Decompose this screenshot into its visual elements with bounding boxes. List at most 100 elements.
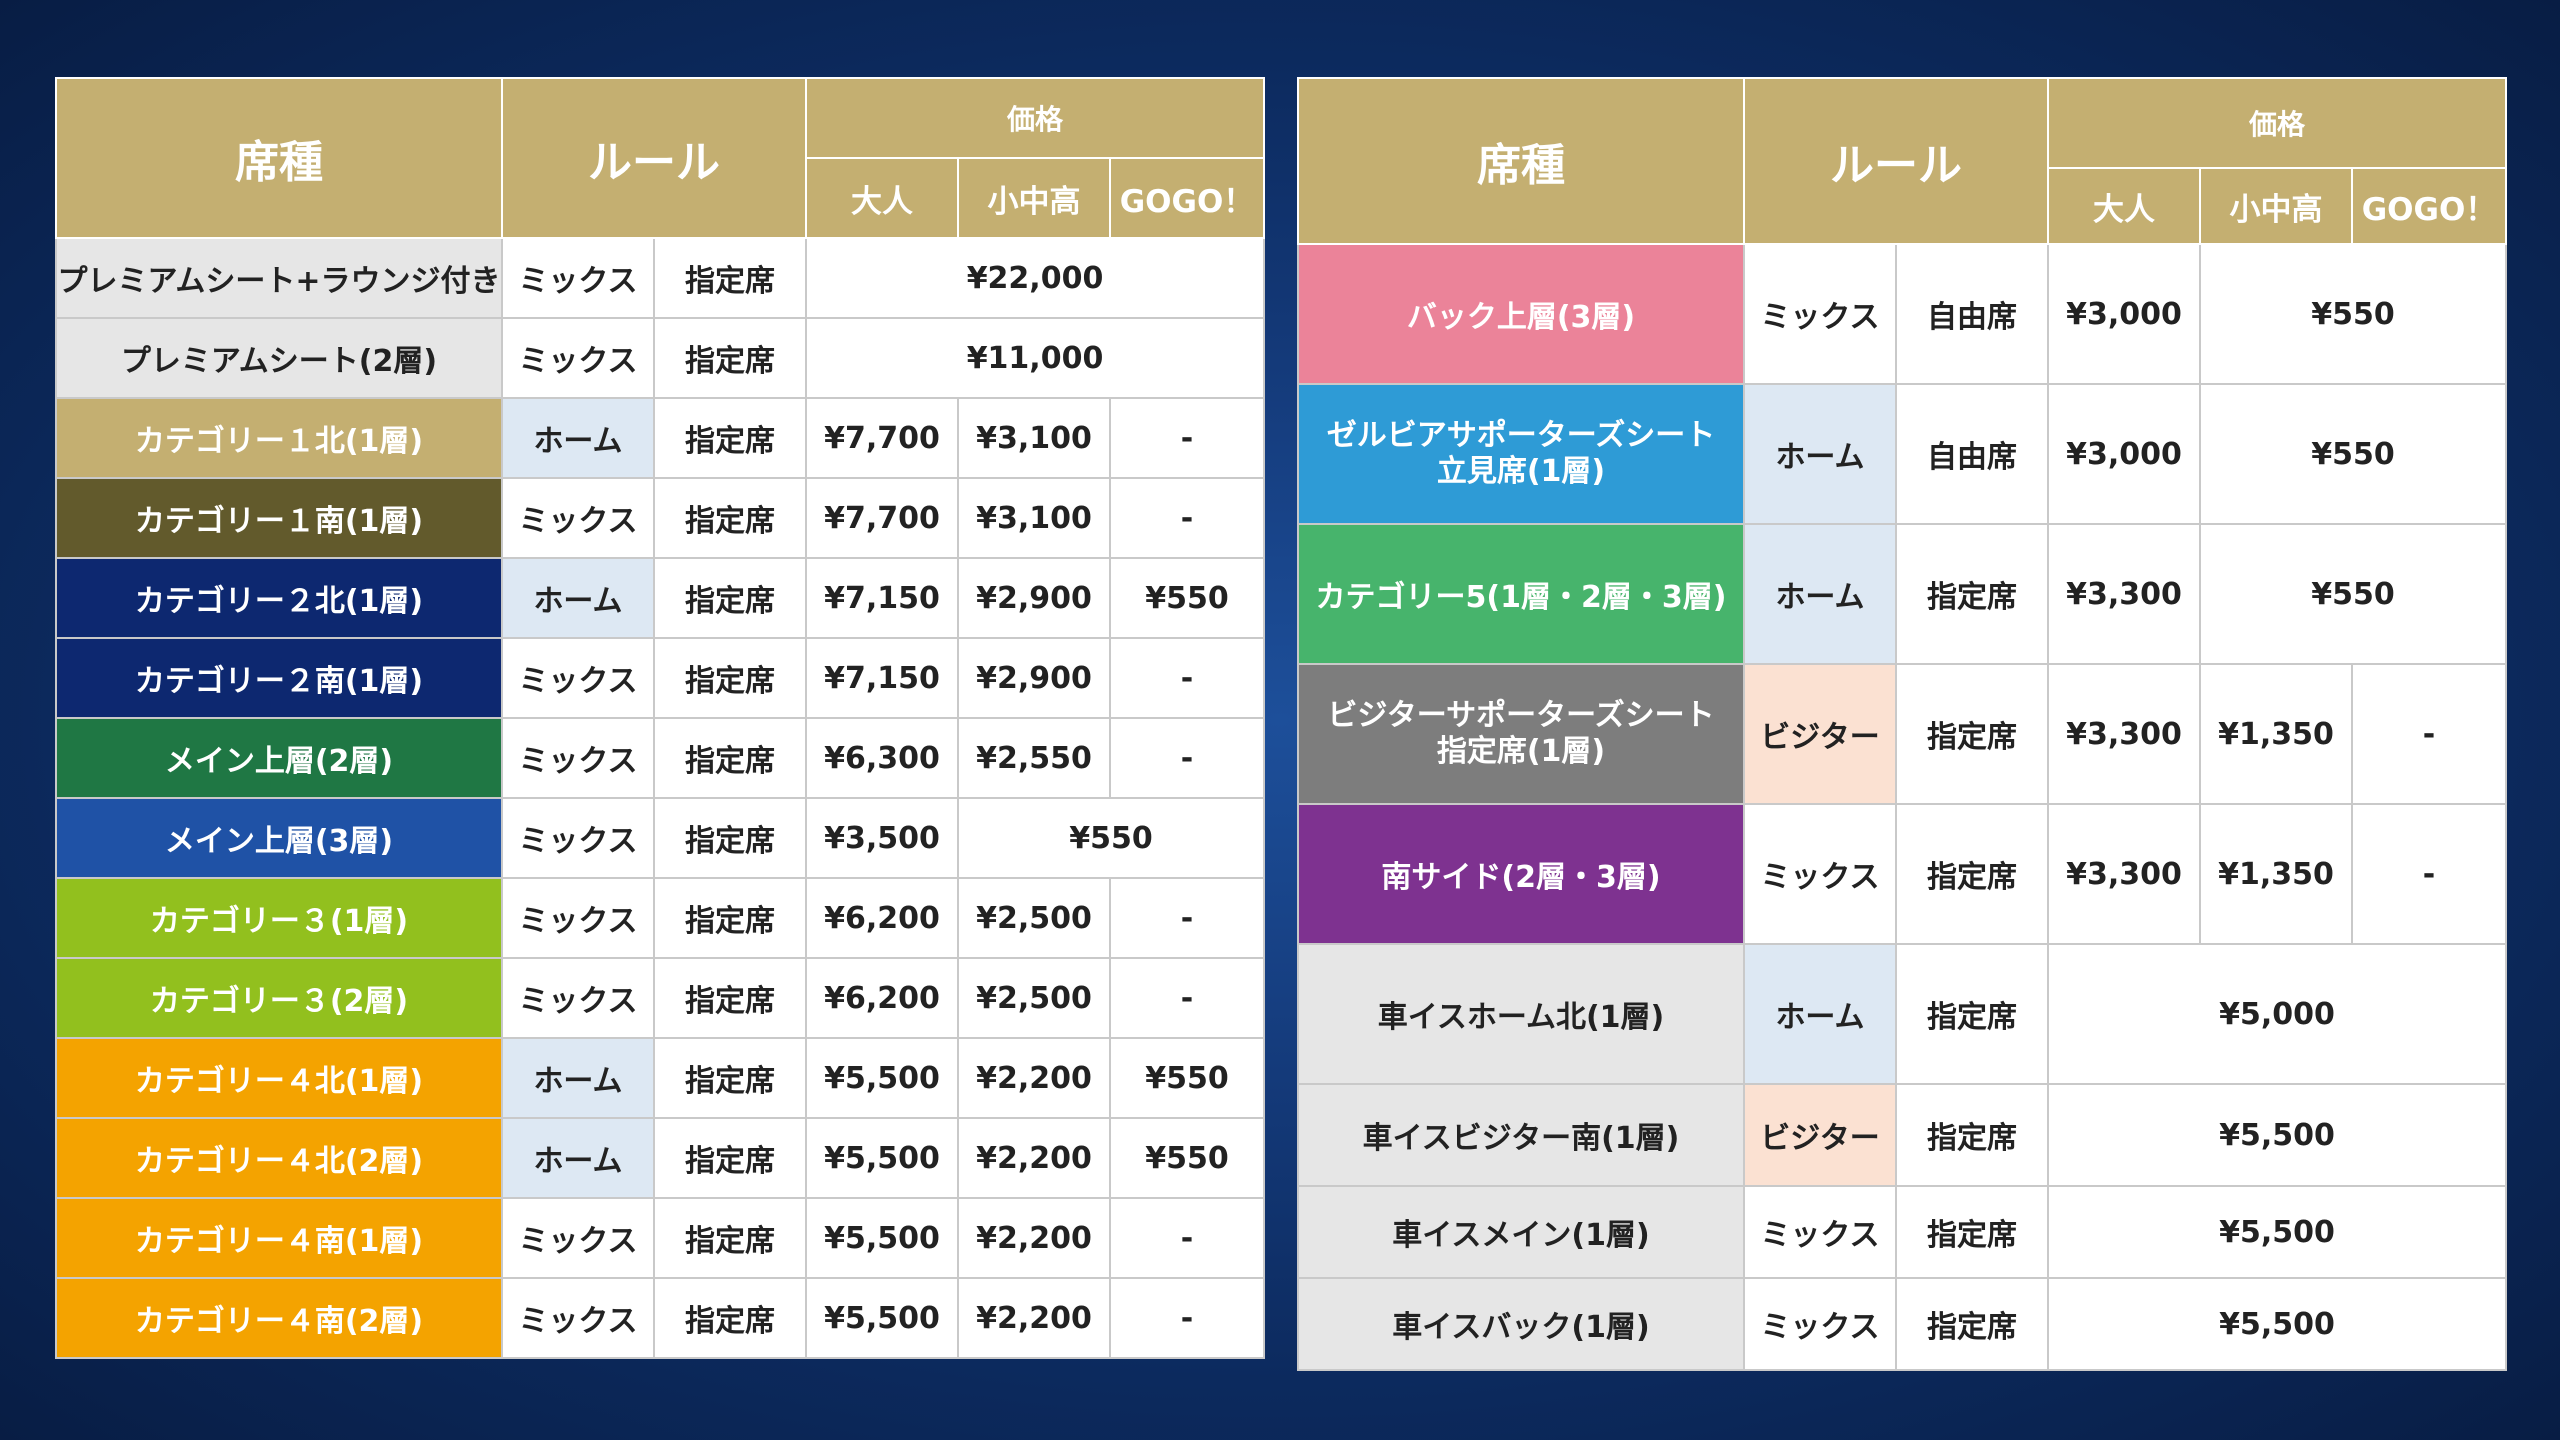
seating-type-cell: 指定席 — [653, 1197, 807, 1279]
price-cell: ¥5,500 — [2046, 1083, 2508, 1187]
header-seat-type: 席種 — [55, 77, 503, 239]
table-row: カテゴリー４南(1層) ミックス 指定席 ¥5,500 ¥2,200- — [55, 1197, 1266, 1279]
seating-type-cell: 指定席 — [1895, 1185, 2049, 1279]
header-adult: 大人 — [805, 157, 959, 239]
seating-type-cell: 指定席 — [653, 637, 807, 719]
seat-name-cell: ゼルビアサポーターズシート 立見席(1層) — [1297, 383, 1745, 525]
rule-cell: ミックス — [1743, 1185, 1897, 1279]
price-cell: ¥3,300 — [2047, 663, 2201, 805]
seat-name-cell: カテゴリー１北(1層) — [55, 397, 503, 479]
header-rule: ルール — [1743, 77, 2049, 245]
price-cell: ¥550 — [2198, 523, 2508, 665]
rule-cell: ミックス — [501, 717, 655, 799]
rule-cell: ミックス — [1743, 243, 1897, 385]
rule-cell: ミックス — [501, 637, 655, 719]
table-row: 車イスバック(1層) ミックス 指定席 ¥5,500 — [1297, 1277, 2508, 1371]
price-cell: - — [1108, 1277, 1266, 1359]
table-row: ビジターサポーターズシート 指定席(1層) ビジター 指定席 ¥3,300 ¥1,350… — [1297, 663, 2508, 805]
price-table-right: 席種 ルール 価格 大人 小中高 GOGO！ バック上層(3層) ミックス 自由席 ¥… — [1297, 77, 2508, 1371]
seat-name-cell: メイン上層(2層) — [55, 717, 503, 799]
price-cell: ¥2,200 — [957, 1037, 1111, 1119]
price-cell: ¥5,500 — [2046, 1185, 2508, 1279]
price-cell: ¥1,350 — [2199, 803, 2353, 945]
seating-type-cell: 指定席 — [1895, 1277, 2049, 1371]
seat-name-cell: 車イスバック(1層) — [1297, 1277, 1745, 1371]
table-body-left: プレミアムシート+ラウンジ付き ミックス 指定席 ¥22,000 プレミアムシート(2層… — [55, 237, 1266, 1359]
seating-type-cell: 自由席 — [1895, 383, 2049, 525]
price-cell: ¥3,300 — [2047, 803, 2201, 945]
rule-cell: ミックス — [501, 877, 655, 959]
price-cell: ¥7,700 — [805, 397, 959, 479]
rule-cell: ホーム — [501, 1037, 655, 1119]
table-row: カテゴリー４北(2層) ホーム 指定席 ¥5,500 ¥2,200 ¥550 — [55, 1117, 1266, 1199]
table-row: 車イスメイン(1層) ミックス 指定席 ¥5,500 — [1297, 1185, 2508, 1279]
seating-type-cell: 指定席 — [1895, 663, 2049, 805]
table-row: 車イスビジター南(1層) ビジター 指定席 ¥5,500 — [1297, 1083, 2508, 1187]
header-gogo: GOGO！ — [1108, 157, 1266, 239]
price-cell: ¥5,500 — [805, 1277, 959, 1359]
header-child: 小中高 — [957, 157, 1111, 239]
rule-cell: ミックス — [1743, 803, 1897, 945]
price-cell: ¥2,200 — [957, 1277, 1111, 1359]
price-cell: - — [1108, 477, 1266, 559]
seat-name-cell: カテゴリー３(1層) — [55, 877, 503, 959]
rule-cell: ホーム — [1743, 523, 1897, 665]
table-row: カテゴリー２北(1層) ホーム 指定席 ¥7,150 ¥2,900 ¥550 — [55, 557, 1266, 639]
price-cell: ¥5,000 — [2046, 943, 2508, 1085]
seating-type-cell: 指定席 — [653, 1277, 807, 1359]
price-cell: ¥22,000 — [804, 237, 1266, 319]
rule-cell: ミックス — [501, 237, 655, 319]
rule-cell: ミックス — [501, 1197, 655, 1279]
price-cell: ¥2,550 — [957, 717, 1111, 799]
price-cell: - — [1108, 957, 1266, 1039]
price-cell: ¥550 — [956, 797, 1266, 879]
seating-type-cell: 指定席 — [1895, 943, 2049, 1085]
table-row: カテゴリー5(1層・2層・3層) ホーム 指定席 ¥3,300 ¥550 — [1297, 523, 2508, 665]
seat-name-cell: カテゴリー３(2層) — [55, 957, 503, 1039]
price-cell: ¥550 — [2198, 383, 2508, 525]
table-row: カテゴリー３(2層) ミックス 指定席 ¥6,200 ¥2,500- — [55, 957, 1266, 1039]
price-cell: ¥550 — [1108, 1037, 1266, 1119]
price-cell: ¥3,300 — [2047, 523, 2201, 665]
seat-name-cell: カテゴリー４南(1層) — [55, 1197, 503, 1279]
header-price: 価格 — [804, 77, 1266, 159]
seating-type-cell: 指定席 — [653, 877, 807, 959]
rule-cell: ミックス — [501, 317, 655, 399]
seating-type-cell: 指定席 — [653, 957, 807, 1039]
table-row: カテゴリー４南(2層) ミックス 指定席 ¥5,500 ¥2,200- — [55, 1277, 1266, 1359]
rule-cell: ビジター — [1743, 663, 1897, 805]
price-cell: ¥1,350 — [2199, 663, 2353, 805]
price-cell: ¥2,900 — [957, 557, 1111, 639]
rule-cell: ミックス — [501, 477, 655, 559]
seat-name-cell: カテゴリー２南(1層) — [55, 637, 503, 719]
table-row: メイン上層(2層) ミックス 指定席 ¥6,300 ¥2,550- — [55, 717, 1266, 799]
price-cell: ¥7,150 — [805, 637, 959, 719]
rule-cell: ホーム — [501, 397, 655, 479]
header-adult: 大人 — [2047, 167, 2201, 245]
price-cell: ¥3,000 — [2047, 383, 2201, 525]
price-cell: ¥2,500 — [957, 877, 1111, 959]
seating-type-cell: 指定席 — [653, 797, 807, 879]
price-cell: ¥5,500 — [805, 1117, 959, 1199]
price-cell: ¥6,200 — [805, 957, 959, 1039]
seating-type-cell: 指定席 — [653, 397, 807, 479]
rule-cell: ミックス — [1743, 1277, 1897, 1371]
seating-type-cell: 指定席 — [653, 1117, 807, 1199]
price-cell: ¥7,150 — [805, 557, 959, 639]
seating-type-cell: 指定席 — [653, 237, 807, 319]
price-cell: ¥11,000 — [804, 317, 1266, 399]
rule-cell: ホーム — [501, 1117, 655, 1199]
table-row: ゼルビアサポーターズシート 立見席(1層) ホーム 自由席 ¥3,000 ¥550 — [1297, 383, 2508, 525]
price-cell: ¥550 — [1108, 1117, 1266, 1199]
rule-cell: ミックス — [501, 1277, 655, 1359]
price-cell: ¥5,500 — [2046, 1277, 2508, 1371]
seat-name-cell: カテゴリー４北(1層) — [55, 1037, 503, 1119]
seat-name-cell: プレミアムシート+ラウンジ付き — [55, 237, 503, 319]
table-row: バック上層(3層) ミックス 自由席 ¥3,000 ¥550 — [1297, 243, 2508, 385]
rule-cell: ミックス — [501, 797, 655, 879]
price-cell: ¥2,900 — [957, 637, 1111, 719]
price-cell: - — [1108, 397, 1266, 479]
price-cell: - — [1108, 637, 1266, 719]
price-cell: ¥550 — [2198, 243, 2508, 385]
seat-name-cell: カテゴリー１南(1層) — [55, 477, 503, 559]
